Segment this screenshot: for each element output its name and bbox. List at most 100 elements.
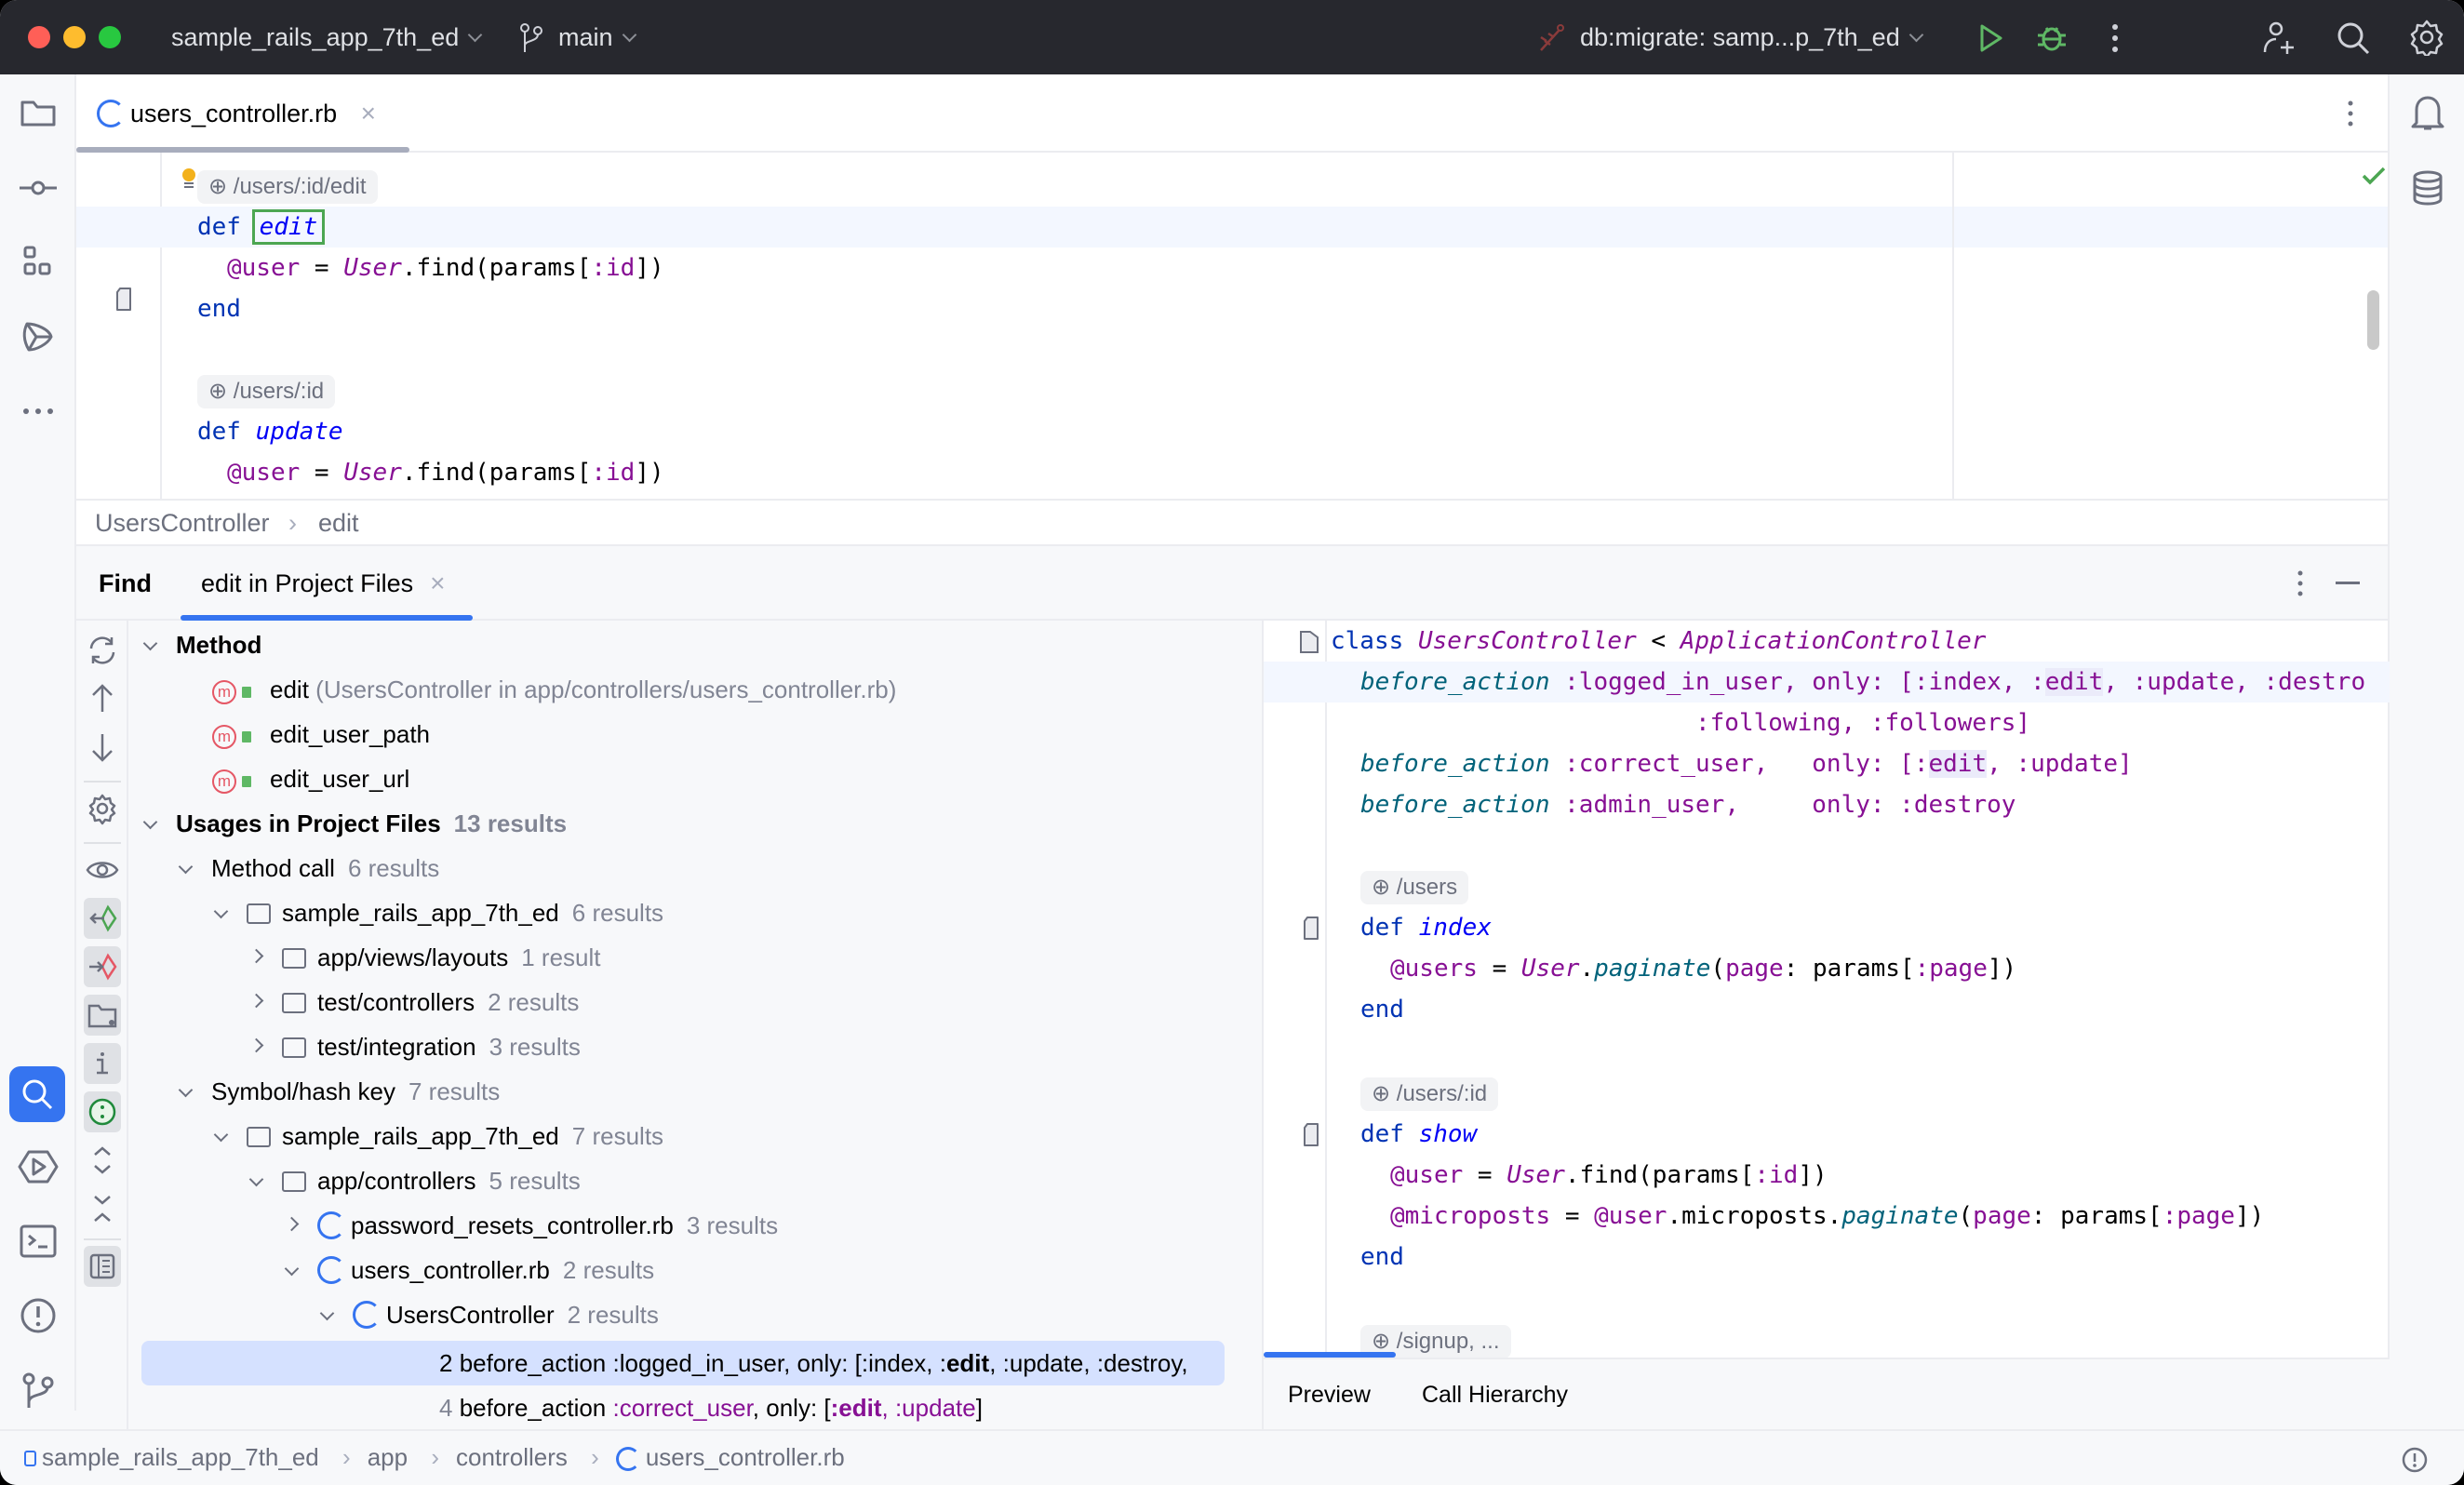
usage-result-row[interactable]: 4 before_action :correct_user, only: [:e… <box>439 1385 983 1430</box>
next-occurrence-icon[interactable] <box>84 727 121 768</box>
tree-node-project[interactable]: sample_rails_app_7th_ed 7 results <box>213 1114 663 1158</box>
options-icon[interactable] <box>2295 569 2306 598</box>
class-fold-icon[interactable] <box>1299 630 1319 654</box>
route-hint[interactable]: ⊕ /users/:id <box>1360 1077 1499 1111</box>
minimize-panel-icon[interactable] <box>2336 582 2360 584</box>
group-by-directory-icon[interactable] <box>84 995 121 1036</box>
tree-node-method[interactable]: m edit (UsersController in app/controller… <box>212 667 896 712</box>
close-tab-icon[interactable]: × <box>361 74 376 153</box>
more-tools-icon[interactable] <box>18 391 59 432</box>
project-selector[interactable]: sample_rails_app_7th_ed <box>171 20 483 54</box>
tab-options-icon[interactable] <box>2345 99 2356 128</box>
settings-icon[interactable] <box>2408 19 2445 56</box>
group-by-usage-type-icon[interactable] <box>84 1091 121 1132</box>
expand-all-icon[interactable] <box>84 1140 121 1181</box>
notifications-icon[interactable] <box>2407 93 2448 134</box>
globe-icon: ⊕ <box>1372 1329 1397 1354</box>
code-line: before_action :admin_user, only: :destro… <box>1360 791 2016 819</box>
tree-node-class[interactable]: UsersController 2 results <box>319 1292 659 1337</box>
tree-node-folder[interactable]: app/controllers 5 results <box>248 1158 581 1203</box>
checkmark-icon[interactable] <box>2362 166 2386 186</box>
folder-icon[interactable] <box>18 93 59 134</box>
route-hint[interactable]: ⊕ /users/:id <box>197 375 336 408</box>
run-tests-icon[interactable] <box>18 316 59 357</box>
globe-icon: ⊕ <box>208 379 234 404</box>
route-hint[interactable]: ⊕ /users/:id/edit <box>197 170 378 204</box>
close-window-button[interactable] <box>28 26 50 48</box>
branch-selector[interactable]: main <box>558 20 636 54</box>
tab-label: edit in Project Files <box>201 569 414 597</box>
breadcrumb-method[interactable]: edit <box>318 506 359 540</box>
run-config-selector[interactable]: db:migrate: samp...p_7th_ed <box>1580 20 1923 54</box>
tab-preview[interactable]: Preview <box>1288 1378 1371 1411</box>
tree-node-symbol-key[interactable]: Symbol/hash key 7 results <box>178 1069 500 1114</box>
method-marker-icon[interactable] <box>1303 1123 1319 1147</box>
close-tab-icon[interactable]: × <box>430 569 445 597</box>
tab-edit-in-project-files[interactable]: edit in Project Files × <box>201 546 445 621</box>
tree-node-folder[interactable]: test/controllers 2 results <box>248 980 579 1024</box>
path-segment[interactable]: sample_rails_app_7th_ed <box>42 1443 319 1471</box>
tree-node-file[interactable]: users_controller.rb 2 results <box>284 1248 654 1292</box>
intention-bulb-icon[interactable] <box>181 167 197 192</box>
tree-node-method[interactable]: m edit_user_path <box>212 712 430 756</box>
code-line: end <box>1360 996 1404 1023</box>
toolbar-divider <box>84 1238 121 1240</box>
add-user-icon[interactable] <box>2261 20 2298 56</box>
preview-eye-icon[interactable] <box>84 850 121 890</box>
preview-panel-toggle-icon[interactable] <box>84 1246 121 1287</box>
tab-call-hierarchy[interactable]: Call Hierarchy <box>1422 1378 1568 1411</box>
git-icon[interactable] <box>18 1370 59 1411</box>
breadcrumb-class[interactable]: UsersController <box>95 506 270 540</box>
rerun-icon[interactable] <box>84 630 121 671</box>
ide-window: sample_rails_app_7th_ed main db:migrate:… <box>0 0 2464 1485</box>
method-marker-icon[interactable] <box>115 288 132 312</box>
run-icon[interactable] <box>1976 22 2004 54</box>
find-tool-button[interactable] <box>9 1066 65 1122</box>
structure-icon[interactable] <box>18 242 59 283</box>
more-icon[interactable] <box>2109 22 2122 54</box>
tree-node-method-call[interactable]: Method call 6 results <box>178 846 439 890</box>
code-line: :following, :followers] <box>1695 709 2031 737</box>
terminal-icon[interactable] <box>18 1221 59 1262</box>
database-icon[interactable] <box>2407 167 2448 208</box>
highlighted-method-name[interactable]: edit <box>251 209 326 245</box>
info-icon[interactable] <box>84 1043 121 1084</box>
path-segment[interactable]: app <box>368 1443 408 1471</box>
previous-occurrence-icon[interactable] <box>84 678 121 719</box>
path-segment[interactable]: users_controller.rb <box>646 1443 845 1471</box>
editor-breadcrumbs: UsersController › edit <box>76 499 2388 544</box>
settings-icon[interactable] <box>84 788 121 829</box>
problems-icon[interactable] <box>18 1295 59 1336</box>
path-segment[interactable]: controllers <box>456 1443 568 1471</box>
public-access-icon <box>242 687 251 698</box>
collapse-all-icon[interactable] <box>84 1188 121 1229</box>
problems-status-icon[interactable] <box>2401 1446 2429 1474</box>
tree-node-project[interactable]: sample_rails_app_7th_ed 6 results <box>213 890 663 935</box>
tree-node-method-header[interactable]: Method <box>142 622 261 667</box>
write-access-icon[interactable] <box>84 946 121 987</box>
debug-icon[interactable] <box>2036 20 2068 54</box>
services-icon[interactable] <box>18 1146 59 1187</box>
preview-code[interactable]: class UsersController < ApplicationContr… <box>1329 621 2390 1358</box>
editor-scrollbar[interactable] <box>2367 290 2379 350</box>
tree-node-method[interactable]: m edit_user_url <box>212 756 409 801</box>
route-hint[interactable]: ⊕ /users <box>1360 871 1469 904</box>
tree-node-folder[interactable]: test/integration 3 results <box>248 1024 581 1069</box>
tree-node-folder[interactable]: app/views/layouts 1 result <box>248 935 601 980</box>
code-line: end <box>1360 1243 1404 1271</box>
code-content[interactable]: ⊕ /users/:id/edit def edit @user = User.… <box>197 166 664 487</box>
commit-icon[interactable] <box>18 167 59 208</box>
usage-result-row[interactable]: 2 before_action :logged_in_user, only: [… <box>439 1341 1188 1385</box>
minimize-window-button[interactable] <box>63 26 86 48</box>
search-icon[interactable] <box>2336 20 2371 56</box>
tree-node-file[interactable]: password_resets_controller.rb 3 results <box>284 1203 778 1248</box>
editor-tab-users-controller[interactable]: users_controller.rb × <box>97 74 395 153</box>
method-marker-icon[interactable] <box>1303 916 1319 941</box>
chevron-down-icon <box>178 859 194 875</box>
ruby-class-icon <box>353 1301 381 1329</box>
globe-icon: ⊕ <box>1372 1081 1397 1106</box>
results-tree: Method m edit (UsersController in app/con… <box>128 621 1262 1431</box>
maximize-window-button[interactable] <box>99 26 121 48</box>
tree-node-usages-header[interactable]: Usages in Project Files 13 results <box>142 801 567 846</box>
read-access-icon[interactable] <box>84 898 121 939</box>
